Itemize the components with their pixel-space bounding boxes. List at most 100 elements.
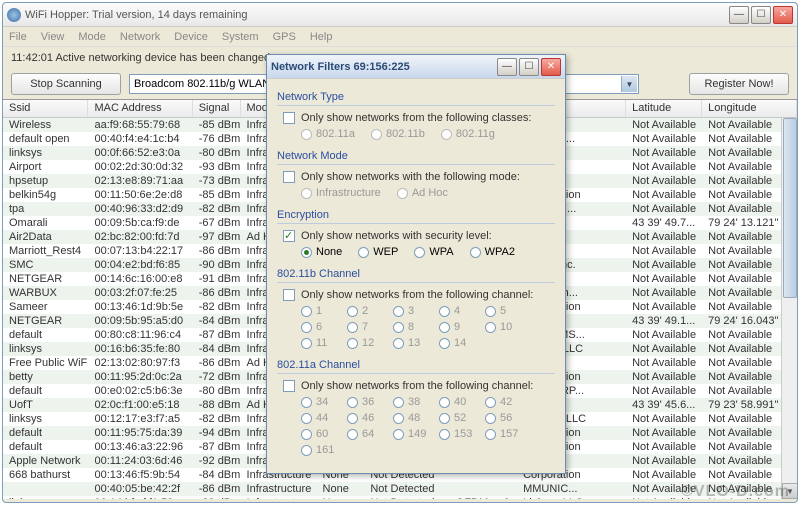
window-title: WiFi Hopper: Trial version, 14 days rema… xyxy=(25,9,729,21)
dialog-title: Network Filters 69:156:225 xyxy=(271,61,497,73)
radio-icon xyxy=(485,306,496,317)
radio-10: 10 xyxy=(485,321,521,333)
menu-gps[interactable]: GPS xyxy=(273,31,296,43)
radio-60: 60 xyxy=(301,428,337,440)
radio-icon xyxy=(393,397,404,408)
radio-icon xyxy=(301,306,312,317)
radio-34: 34 xyxy=(301,396,337,408)
device-dropdown[interactable]: Broadcom 802.11b/g WLAN ▼ xyxy=(129,74,289,94)
radio-icon xyxy=(485,322,496,333)
table-row[interactable]: 00:40:05:be:42:2f-86 dBmInfrastructureNo… xyxy=(3,482,797,496)
radio-64: 64 xyxy=(347,428,383,440)
status-text: 11:42:01 Active networking device has be… xyxy=(11,52,273,64)
radio-52: 52 xyxy=(439,412,475,424)
stop-scanning-button[interactable]: Stop Scanning xyxy=(11,73,121,95)
radio-5: 5 xyxy=(485,305,521,317)
column-header[interactable]: Latitude xyxy=(626,100,702,117)
dialog-minimize-button[interactable]: — xyxy=(497,58,517,76)
menu-help[interactable]: Help xyxy=(310,31,333,43)
radio-icon xyxy=(347,322,358,333)
radio-7: 7 xyxy=(347,321,383,333)
radio-icon xyxy=(301,445,312,456)
radio-icon xyxy=(397,188,408,199)
radio-icon xyxy=(485,397,496,408)
radio-802.11b: 802.11b xyxy=(371,128,425,140)
radio-48: 48 xyxy=(393,412,429,424)
device-dropdown-value: Broadcom 802.11b/g WLAN xyxy=(134,78,270,90)
radio-icon xyxy=(470,247,481,258)
menu-file[interactable]: File xyxy=(9,31,27,43)
radio-13: 13 xyxy=(393,337,429,349)
menu-system[interactable]: System xyxy=(222,31,259,43)
radio-11: 11 xyxy=(301,337,337,349)
menu-device[interactable]: Device xyxy=(174,31,208,43)
radio-icon xyxy=(393,413,404,424)
dialog-close-button[interactable]: ✕ xyxy=(541,58,561,76)
scrollbar-vertical[interactable]: ▼ xyxy=(781,118,797,499)
checkbox-network-mode[interactable] xyxy=(283,171,295,183)
checkbox-encryption[interactable] xyxy=(283,230,295,242)
minimize-button[interactable]: — xyxy=(729,6,749,24)
radio-icon xyxy=(439,322,450,333)
radio-icon xyxy=(485,413,496,424)
radio-6: 6 xyxy=(301,321,337,333)
menu-network[interactable]: Network xyxy=(120,31,160,43)
table-row[interactable]: linksys00:14:bf:cf:f1:59-89 dBmInfrastru… xyxy=(3,496,797,499)
radio-46: 46 xyxy=(347,412,383,424)
checkbox-network-type[interactable] xyxy=(283,112,295,124)
radio-icon xyxy=(301,129,312,140)
radio-8: 8 xyxy=(393,321,429,333)
section-title-network-type: Network Type xyxy=(277,91,555,103)
radio-wpa2[interactable]: WPA2 xyxy=(470,246,515,258)
radio-1: 1 xyxy=(301,305,337,317)
section-title-encryption: Encryption xyxy=(277,209,555,221)
radio-44: 44 xyxy=(301,412,337,424)
radio-icon xyxy=(301,247,312,258)
radio-none[interactable]: None xyxy=(301,246,342,258)
radio-icon xyxy=(414,247,425,258)
column-header[interactable]: Longitude xyxy=(702,100,797,117)
column-header[interactable]: Signal xyxy=(193,100,241,117)
scroll-down-icon[interactable]: ▼ xyxy=(782,483,797,499)
radio-icon xyxy=(393,429,404,440)
radio-icon xyxy=(439,306,450,317)
radio-802.11a: 802.11a xyxy=(301,128,355,140)
dialog-body: Network Type Only show networks from the… xyxy=(267,79,565,466)
radio-icon xyxy=(393,322,404,333)
column-header[interactable]: Ssid xyxy=(3,100,88,117)
radio-icon xyxy=(485,429,496,440)
column-header[interactable]: MAC Address xyxy=(88,100,192,117)
menu-view[interactable]: View xyxy=(41,31,65,43)
radio-4: 4 xyxy=(439,305,475,317)
radio-161: 161 xyxy=(301,444,337,456)
radio-wpa[interactable]: WPA xyxy=(414,246,453,258)
menu-mode[interactable]: Mode xyxy=(78,31,106,43)
dialog-titlebar: Network Filters 69:156:225 — ☐ ✕ xyxy=(267,55,565,79)
radio-40: 40 xyxy=(439,396,475,408)
radio-36: 36 xyxy=(347,396,383,408)
register-button[interactable]: Register Now! xyxy=(689,73,789,95)
radio-2: 2 xyxy=(347,305,383,317)
maximize-button[interactable]: ☐ xyxy=(751,6,771,24)
radio-infrastructure: Infrastructure xyxy=(301,187,381,199)
dialog-maximize-button[interactable]: ☐ xyxy=(519,58,539,76)
radio-wep[interactable]: WEP xyxy=(358,246,398,258)
radio-icon xyxy=(371,129,382,140)
close-button[interactable]: ✕ xyxy=(773,6,793,24)
radio-icon xyxy=(301,413,312,424)
radio-icon xyxy=(347,338,358,349)
radio-153: 153 xyxy=(439,428,475,440)
radio-149: 149 xyxy=(393,428,429,440)
main-titlebar: WiFi Hopper: Trial version, 14 days rema… xyxy=(3,3,797,27)
radio-38: 38 xyxy=(393,396,429,408)
scrollbar-thumb[interactable] xyxy=(783,118,797,298)
radio-icon xyxy=(301,397,312,408)
menubar: File View Mode Network Device System GPS Help xyxy=(3,27,797,47)
network-filters-dialog: Network Filters 69:156:225 — ☐ ✕ Network… xyxy=(266,54,566,474)
radio-157: 157 xyxy=(485,428,521,440)
checkbox-11a-channel[interactable] xyxy=(283,380,295,392)
radio-icon xyxy=(439,397,450,408)
checkbox-11b-channel[interactable] xyxy=(283,289,295,301)
radio-14: 14 xyxy=(439,337,475,349)
section-title-network-mode: Network Mode xyxy=(277,150,555,162)
